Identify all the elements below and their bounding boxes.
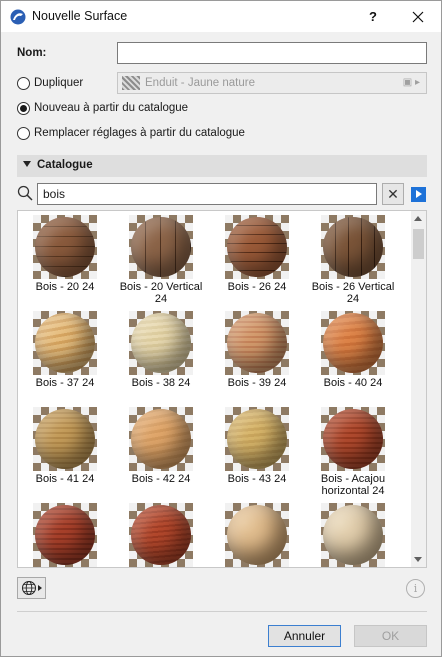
catalog-item[interactable]: Bois - 37 24 xyxy=(18,309,106,405)
ok-button[interactable]: OK xyxy=(354,625,427,647)
surface-sphere-preview xyxy=(227,217,287,277)
catalog-item-label: Bois - 38 24 xyxy=(131,377,191,389)
scroll-down-arrow-icon[interactable] xyxy=(414,557,422,562)
catalog-item[interactable]: Bois - 38 24 xyxy=(114,309,202,405)
catalog-item-label: Bois - 41 24 xyxy=(35,473,95,485)
surface-sphere-preview xyxy=(227,409,287,469)
surface-thumbnail xyxy=(129,407,193,471)
scroll-up-arrow-icon[interactable] xyxy=(414,216,422,221)
catalog-item[interactable]: Bois - 42 24 xyxy=(114,405,202,501)
clear-icon: ✕ xyxy=(387,186,399,202)
surface-thumbnail xyxy=(225,215,289,279)
new-surface-dialog: Nouvelle Surface ? Nom: Dupliquer Enduit… xyxy=(0,0,442,657)
catalog-item[interactable] xyxy=(114,501,202,567)
catalog-item-label: Bois - 26 Vertical 24 xyxy=(311,281,395,305)
surface-sphere-preview xyxy=(35,409,95,469)
catalog-item-label: Bois - 40 24 xyxy=(323,377,383,389)
globe-icon xyxy=(22,581,42,595)
expand-panel-button[interactable] xyxy=(411,187,426,202)
info-button[interactable]: i xyxy=(406,579,425,598)
surface-sphere-preview xyxy=(35,505,95,565)
close-icon xyxy=(412,11,424,23)
surface-thumbnail xyxy=(33,503,97,567)
catalog-item[interactable] xyxy=(210,501,298,567)
surface-sphere-preview xyxy=(131,217,191,277)
catalog-item[interactable] xyxy=(18,501,106,567)
surface-thumbnail xyxy=(321,215,385,279)
surface-sphere-preview xyxy=(323,409,383,469)
duplicate-radio[interactable] xyxy=(17,77,30,90)
duplicate-label[interactable]: Dupliquer xyxy=(34,77,83,89)
surface-thumbnail xyxy=(129,503,193,567)
close-button[interactable] xyxy=(401,5,435,29)
search-icon xyxy=(17,185,33,201)
new-from-catalog-label[interactable]: Nouveau à partir du catalogue xyxy=(34,102,188,114)
surface-thumbnail xyxy=(321,503,385,567)
surface-thumbnail xyxy=(33,311,97,375)
duplicate-surface-select: Enduit - Jaune nature ▣ ▸ xyxy=(117,72,427,94)
surface-thumbnail xyxy=(225,311,289,375)
catalog-item-label: Bois - 42 24 xyxy=(131,473,191,485)
cancel-button[interactable]: Annuler xyxy=(268,625,341,647)
catalog-item[interactable]: Bois - 20 Vertical 24 xyxy=(114,213,202,309)
catalog-item[interactable]: Bois - 40 24 xyxy=(306,309,394,405)
surface-sphere-preview xyxy=(131,313,191,373)
name-label: Nom: xyxy=(17,47,47,59)
scroll-thumb[interactable] xyxy=(413,229,424,259)
catalog-grid: Bois - 20 24 Bois - 20 Vertical 24 Bois - … xyxy=(17,210,427,568)
surface-thumbnail xyxy=(33,215,97,279)
catalog-item[interactable]: Bois - 20 24 xyxy=(18,213,106,309)
surface-sphere-preview xyxy=(131,505,191,565)
window-title: Nouvelle Surface xyxy=(32,9,128,23)
catalog-item-label: Bois - 20 24 xyxy=(35,281,95,293)
catalog-item-label: Bois - 43 24 xyxy=(227,473,287,485)
catalog-item[interactable]: Bois - Acajou horizontal 24 xyxy=(306,405,394,501)
surface-sphere-preview xyxy=(323,505,383,565)
catalog-item-label: Bois - 37 24 xyxy=(35,377,95,389)
name-input[interactable] xyxy=(117,42,427,64)
catalog-item[interactable]: Bois - 26 24 xyxy=(210,213,298,309)
surface-thumbnail xyxy=(321,407,385,471)
collapse-triangle-icon xyxy=(23,161,31,167)
archicad-app-icon xyxy=(10,9,26,25)
surface-sphere-preview xyxy=(131,409,191,469)
footer-divider xyxy=(17,611,427,612)
surface-sphere-preview xyxy=(227,313,287,373)
catalog-item[interactable]: Bois - 41 24 xyxy=(18,405,106,501)
surface-thumbnail xyxy=(225,407,289,471)
catalog-section-label: Catalogue xyxy=(37,159,93,171)
surface-thumbnail xyxy=(129,215,193,279)
surface-sphere-preview xyxy=(323,313,383,373)
catalog-scrollbar[interactable] xyxy=(411,211,426,567)
catalog-item[interactable]: Bois - 43 24 xyxy=(210,405,298,501)
surface-sphere-preview xyxy=(227,505,287,565)
surface-thumbnail xyxy=(225,503,289,567)
surface-thumbnail xyxy=(321,311,385,375)
duplicate-surface-value: Enduit - Jaune nature xyxy=(145,77,255,89)
surface-thumbnail xyxy=(129,311,193,375)
title-bar[interactable]: Nouvelle Surface ? xyxy=(1,1,441,32)
catalog-item-label: Bois - 39 24 xyxy=(227,377,287,389)
surface-sphere-preview xyxy=(35,313,95,373)
new-from-catalog-radio[interactable] xyxy=(17,102,30,115)
select-arrow-icon: ▣ ▸ xyxy=(402,77,420,88)
replace-from-catalog-radio[interactable] xyxy=(17,127,30,140)
catalog-item-label: Bois - Acajou horizontal 24 xyxy=(320,473,386,497)
surface-sphere-preview xyxy=(35,217,95,277)
catalog-item-label: Bois - 26 24 xyxy=(227,281,287,293)
surface-swatch-icon xyxy=(122,76,140,90)
catalog-item[interactable] xyxy=(306,501,394,567)
replace-from-catalog-label[interactable]: Remplacer réglages à partir du catalogue xyxy=(34,127,245,139)
surface-sphere-preview xyxy=(323,217,383,277)
catalog-item[interactable]: Bois - 39 24 xyxy=(210,309,298,405)
language-button[interactable] xyxy=(17,577,46,599)
clear-search-button[interactable]: ✕ xyxy=(382,183,404,205)
surface-thumbnail xyxy=(33,407,97,471)
catalog-item[interactable]: Bois - 26 Vertical 24 xyxy=(306,213,394,309)
catalog-search-input[interactable]: bois xyxy=(37,183,377,205)
help-button[interactable]: ? xyxy=(361,6,385,28)
catalog-item-label: Bois - 20 Vertical 24 xyxy=(119,281,203,305)
catalog-section-header[interactable]: Catalogue xyxy=(17,155,427,177)
